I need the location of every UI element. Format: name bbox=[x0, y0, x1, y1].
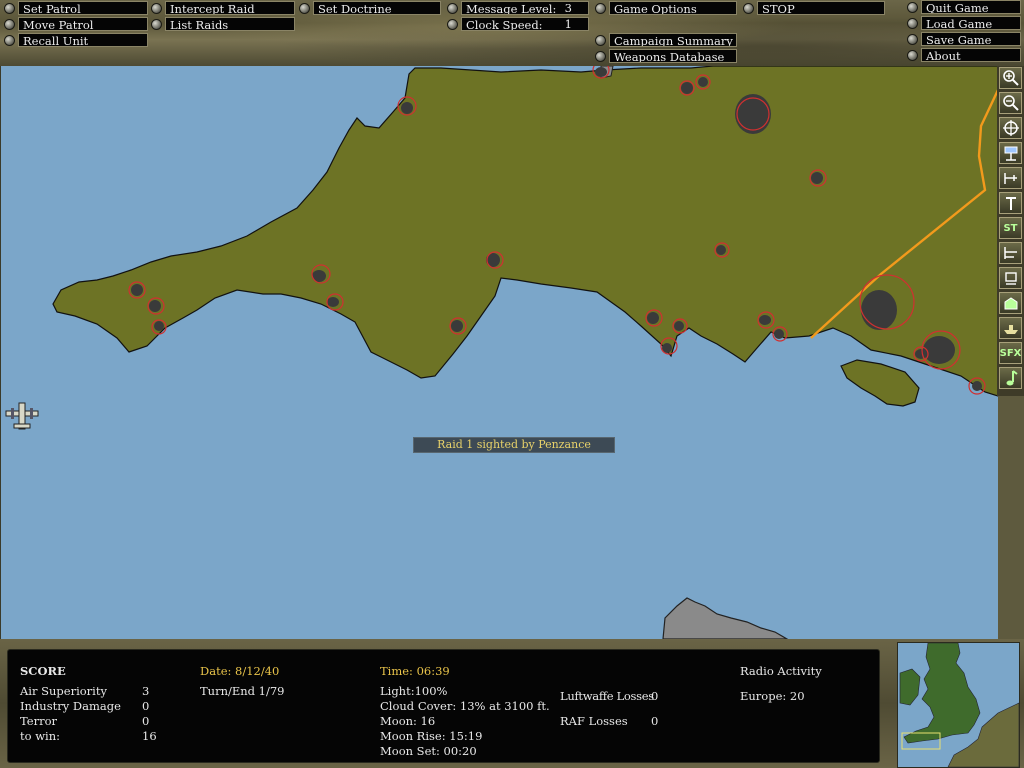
tactical-map[interactable]: Raid 1 sighted by Penzance bbox=[0, 66, 998, 639]
save-game-button[interactable]: Save Game bbox=[907, 32, 1021, 46]
about-label: About bbox=[921, 48, 1021, 62]
terror-label: Terror bbox=[20, 714, 57, 728]
date-readout: Date: 8/12/40 bbox=[200, 664, 280, 678]
aircraft-unit-icon[interactable] bbox=[5, 402, 39, 430]
set-patrol-button[interactable]: Set Patrol bbox=[4, 1, 148, 15]
about-button[interactable]: About bbox=[907, 48, 1021, 62]
radio-knob-icon bbox=[595, 2, 606, 14]
music-icon[interactable] bbox=[999, 367, 1022, 389]
load-game-button[interactable]: Load Game bbox=[907, 16, 1021, 30]
move-patrol-button[interactable]: Move Patrol bbox=[4, 17, 148, 31]
radio-activity-label: Radio Activity bbox=[740, 664, 822, 678]
score-box: SCORE Air Superiority 3 Industry Damage … bbox=[7, 649, 880, 763]
center-crosshair-icon[interactable] bbox=[999, 117, 1022, 139]
stop-button[interactable]: STOP bbox=[743, 1, 885, 15]
sector-station-icon[interactable] bbox=[999, 192, 1022, 214]
recall-unit-label: Recall Unit bbox=[18, 33, 148, 47]
status-panel: SCORE Air Superiority 3 Industry Damage … bbox=[0, 639, 1024, 768]
raf-losses-value: 0 bbox=[651, 714, 659, 728]
radio-knob-icon bbox=[299, 2, 310, 14]
europe-radio-readout: Europe: 20 bbox=[740, 689, 805, 703]
radio-knob-icon bbox=[4, 18, 15, 30]
quit-game-button[interactable]: Quit Game bbox=[907, 0, 1021, 14]
luftwaffe-losses-label: Luftwaffe Losses bbox=[560, 689, 654, 703]
time-readout: Time: 06:39 bbox=[380, 664, 450, 678]
radio-knob-icon bbox=[907, 49, 918, 61]
luftwaffe-losses-value: 0 bbox=[651, 689, 659, 703]
light-readout: Light:100% bbox=[380, 684, 448, 698]
map-side-toolbar: ST SFX bbox=[997, 66, 1024, 396]
moon-rise-readout: Moon Rise: 15:19 bbox=[380, 729, 483, 743]
cloud-cover-readout: Cloud Cover: 13% at 3100 ft. bbox=[380, 699, 550, 713]
clock-speed-value: 1 bbox=[564, 17, 572, 31]
list-raids-button[interactable]: List Raids bbox=[151, 17, 295, 31]
to-win-value: 16 bbox=[142, 729, 157, 743]
industry-damage-value: 0 bbox=[142, 699, 150, 713]
quit-game-label: Quit Game bbox=[921, 0, 1021, 14]
landmass-isle-of-wight bbox=[840, 359, 920, 407]
radio-knob-icon bbox=[151, 18, 162, 30]
zoom-out-icon[interactable] bbox=[999, 92, 1022, 114]
game-options-label: Game Options bbox=[609, 1, 737, 15]
factory-icon[interactable] bbox=[999, 292, 1022, 314]
airfield-icon[interactable] bbox=[999, 167, 1022, 189]
list-raids-label: List Raids bbox=[165, 17, 295, 31]
radio-knob-icon bbox=[743, 2, 754, 14]
campaign-summary-button[interactable]: Campaign Summary bbox=[595, 33, 737, 47]
command-menu-bar: Set Patrol Move Patrol Recall Unit Inter… bbox=[0, 0, 1024, 66]
radio-knob-icon bbox=[447, 2, 458, 14]
move-patrol-label: Move Patrol bbox=[18, 17, 148, 31]
map-canvas bbox=[52, 66, 998, 639]
clock-speed-control[interactable]: Clock Speed: 1 bbox=[447, 17, 590, 31]
campaign-summary-label: Campaign Summary bbox=[609, 33, 737, 47]
set-doctrine-button[interactable]: Set Doctrine bbox=[299, 1, 441, 15]
terror-value: 0 bbox=[142, 714, 150, 728]
zoom-in-icon[interactable] bbox=[999, 67, 1022, 89]
st-toggle-label: ST bbox=[1003, 222, 1018, 234]
radio-knob-icon bbox=[447, 18, 458, 30]
observer-icon[interactable] bbox=[999, 267, 1022, 289]
message-level-control[interactable]: Message Level: 3 bbox=[447, 1, 590, 15]
moon-readout: Moon: 16 bbox=[380, 714, 436, 728]
game-options-button[interactable]: Game Options bbox=[595, 1, 737, 15]
minimap-ireland bbox=[899, 668, 921, 706]
radar-station-icon[interactable] bbox=[999, 142, 1022, 164]
save-game-label: Save Game bbox=[921, 32, 1021, 46]
intercept-raid-button[interactable]: Intercept Raid bbox=[151, 1, 295, 15]
industry-damage-label: Industry Damage bbox=[20, 699, 121, 713]
set-patrol-label: Set Patrol bbox=[18, 1, 148, 15]
radio-knob-icon bbox=[907, 33, 918, 45]
ship-icon[interactable] bbox=[999, 317, 1022, 339]
radio-knob-icon bbox=[4, 2, 15, 14]
radio-knob-icon bbox=[595, 50, 606, 62]
air-superiority-value: 3 bbox=[142, 684, 150, 698]
intercept-raid-label: Intercept Raid bbox=[165, 1, 295, 15]
radio-knob-icon bbox=[907, 1, 918, 13]
weapons-database-button[interactable]: Weapons Database bbox=[595, 49, 737, 63]
weapons-database-label: Weapons Database bbox=[609, 49, 737, 63]
to-win-label: to win: bbox=[20, 729, 61, 743]
radio-knob-icon bbox=[4, 34, 15, 46]
landmass-england bbox=[52, 66, 998, 397]
sfx-toggle-label: SFX bbox=[999, 347, 1022, 359]
score-heading: SCORE bbox=[20, 664, 66, 678]
stop-label: STOP bbox=[757, 1, 885, 15]
st-toggle-icon[interactable]: ST bbox=[999, 217, 1022, 239]
sfx-toggle-icon[interactable]: SFX bbox=[999, 342, 1022, 364]
recall-unit-button[interactable]: Recall Unit bbox=[4, 33, 148, 47]
load-game-label: Load Game bbox=[921, 16, 1021, 30]
moon-set-readout: Moon Set: 00:20 bbox=[380, 744, 477, 758]
radio-knob-icon bbox=[595, 34, 606, 46]
radio-knob-icon bbox=[151, 2, 162, 14]
turn-end-readout: Turn/End 1/79 bbox=[200, 684, 285, 698]
raf-losses-label: RAF Losses bbox=[560, 714, 628, 728]
landmass-france bbox=[662, 597, 789, 639]
message-level-value: 3 bbox=[564, 1, 572, 15]
radio-knob-icon bbox=[907, 17, 918, 29]
raid-sighted-message: Raid 1 sighted by Penzance bbox=[413, 437, 615, 453]
air-superiority-label: Air Superiority bbox=[20, 684, 107, 698]
overview-minimap[interactable] bbox=[897, 642, 1020, 768]
set-doctrine-label: Set Doctrine bbox=[313, 1, 441, 15]
grid-icon[interactable] bbox=[999, 242, 1022, 264]
